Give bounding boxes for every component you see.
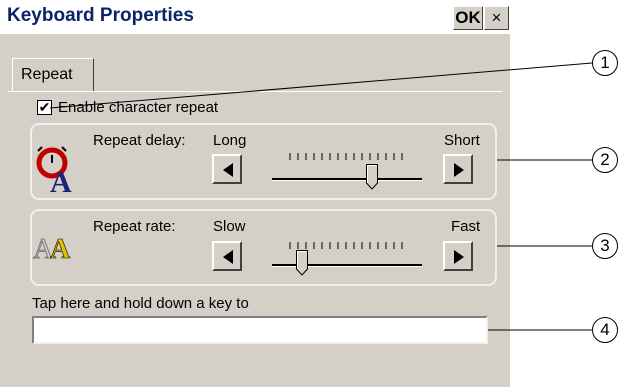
callout-1: 1 <box>592 50 618 76</box>
callout-2: 2 <box>592 147 618 173</box>
callout-3: 3 <box>592 233 618 259</box>
callout-leader-lines <box>49 62 593 331</box>
callout-4: 4 <box>592 317 618 343</box>
